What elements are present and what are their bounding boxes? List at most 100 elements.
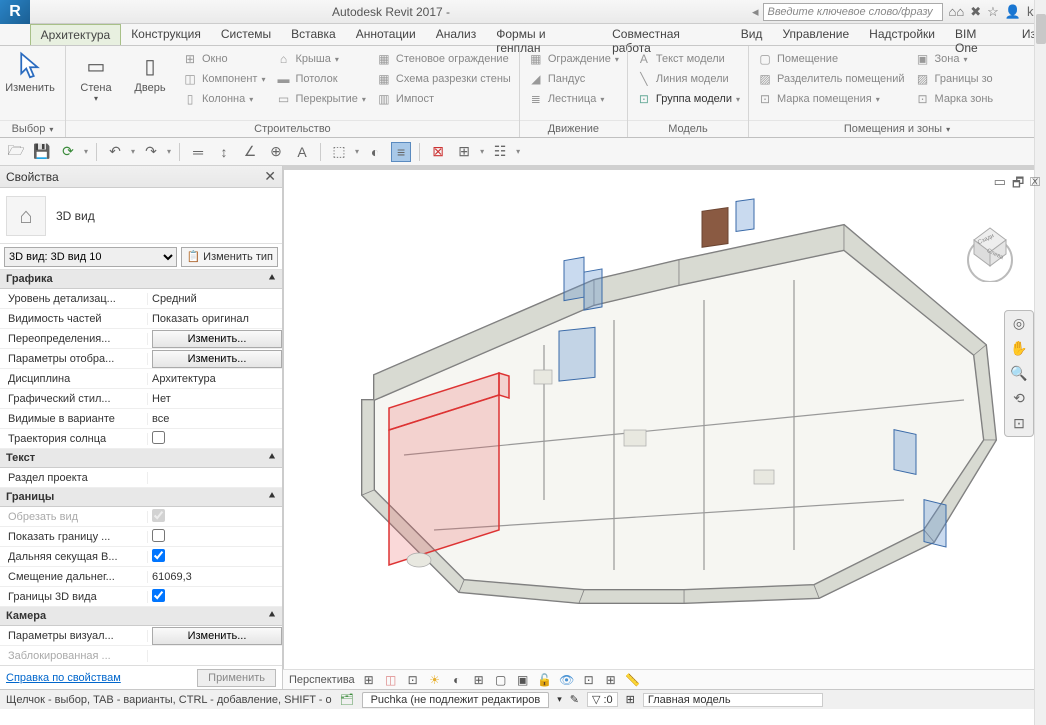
prop-value[interactable]: Средний: [148, 293, 282, 305]
prop-value[interactable]: Нет: [148, 393, 282, 405]
prop-value[interactable]: Изменить...: [148, 627, 282, 645]
visual-icon[interactable]: ⊡: [405, 672, 421, 688]
apply-button[interactable]: Применить: [197, 669, 276, 687]
app-icon[interactable]: R: [0, 0, 30, 24]
prop-checkbox[interactable]: [152, 529, 165, 542]
redo-icon[interactable]: ↷: [141, 142, 161, 162]
curtainwall-button[interactable]: ▦Стеновое ограждение: [374, 50, 513, 68]
curtaingrid-button[interactable]: ▦Схема разрезки стены: [374, 70, 513, 88]
wheel-icon[interactable]: ◎: [1013, 315, 1025, 332]
save-icon[interactable]: 💾: [32, 142, 52, 162]
doc-tab[interactable]: Puchka (не подлежит редактиров: [362, 692, 550, 708]
window-button[interactable]: ⊞Окно: [180, 50, 267, 68]
user-icon[interactable]: 👤: [1005, 4, 1021, 20]
prop-value[interactable]: все: [148, 413, 282, 425]
tab-massing[interactable]: Формы и генплан: [486, 24, 602, 45]
prop-value[interactable]: Показать оригинал: [148, 313, 282, 325]
vertical-scrollbar[interactable]: [1034, 0, 1046, 725]
3d-icon[interactable]: ⬚: [329, 142, 349, 162]
prop-checkbox[interactable]: [152, 431, 165, 444]
chevron-left-icon[interactable]: ◂: [752, 4, 759, 20]
column-button[interactable]: ▯Колонна▾: [180, 90, 267, 108]
workset-field[interactable]: Главная модель: [643, 693, 823, 707]
railing-button[interactable]: ▦Ограждение▾: [526, 50, 621, 68]
areatag-button[interactable]: ⊡Марка зонь: [913, 90, 996, 108]
viewcube[interactable]: Сзади Слева: [952, 206, 1028, 282]
modelgroup-button[interactable]: ⊡Группа модели▾: [634, 90, 742, 108]
workset-icon[interactable]: ⊞: [626, 693, 635, 706]
wall-button[interactable]: ▭ Стена▾: [70, 48, 122, 107]
prop-value[interactable]: 61069,3: [148, 571, 282, 583]
prop-value[interactable]: [148, 549, 282, 565]
component-button[interactable]: ◫Компонент▾: [180, 70, 267, 88]
room-button[interactable]: ▢Помещение: [755, 50, 907, 68]
modelline-button[interactable]: ╲Линия модели: [634, 70, 742, 88]
favorite-icon[interactable]: ☆: [987, 4, 999, 20]
mullion-button[interactable]: ▥Импост: [374, 90, 513, 108]
switch-window-icon[interactable]: ⊞: [454, 142, 474, 162]
shadow-icon[interactable]: ◐: [449, 672, 465, 688]
properties-help-link[interactable]: Справка по свойствам: [6, 672, 121, 684]
prop-group-header[interactable]: Границы⯅: [0, 488, 282, 507]
area-button[interactable]: ▣Зона▾: [913, 50, 996, 68]
prop-value[interactable]: [148, 509, 282, 525]
sun-icon[interactable]: ☀: [427, 672, 443, 688]
unlock-icon[interactable]: 🔓: [537, 672, 553, 688]
prop-group-header[interactable]: Графика⯅: [0, 270, 282, 289]
thinlines-icon[interactable]: ≡: [391, 142, 411, 162]
wtshare-icon[interactable]: ⊞: [603, 672, 619, 688]
hide-icon[interactable]: 👁: [559, 672, 575, 688]
view-select[interactable]: 3D вид: 3D вид 10: [4, 247, 177, 267]
crop-icon[interactable]: ▢: [493, 672, 509, 688]
prop-value[interactable]: Изменить...: [148, 330, 282, 348]
close-icon[interactable]: ✕: [264, 168, 276, 185]
pan-icon[interactable]: ✋: [1010, 340, 1027, 357]
prop-checkbox[interactable]: [152, 549, 165, 562]
customize-icon[interactable]: ☷: [490, 142, 510, 162]
prop-value[interactable]: [148, 589, 282, 605]
tab-structure[interactable]: Конструкция: [121, 24, 211, 45]
tab-annotate[interactable]: Аннотации: [346, 24, 426, 45]
text-icon[interactable]: A: [292, 142, 312, 162]
ceiling-button[interactable]: ▬Потолок: [273, 70, 367, 88]
measure-icon[interactable]: ═: [188, 142, 208, 162]
orbit-icon[interactable]: ⟲: [1013, 390, 1025, 407]
roomtag-button[interactable]: ⊡Марка помещения▾: [755, 90, 907, 108]
tab-systems[interactable]: Системы: [211, 24, 281, 45]
tab-insert[interactable]: Вставка: [281, 24, 346, 45]
reveal-icon[interactable]: ⊡: [581, 672, 597, 688]
roof-button[interactable]: ⌂Крыша▾: [273, 50, 367, 68]
tab-collaborate[interactable]: Совместная работа: [602, 24, 731, 45]
selection-filter[interactable]: ▽:0: [587, 692, 618, 707]
modify-button[interactable]: Изменить: [4, 48, 56, 98]
zoom-icon[interactable]: 🔍: [1010, 365, 1027, 382]
subscription-icon[interactable]: ⌂⌂: [949, 4, 965, 20]
tab-addins[interactable]: Надстройки: [859, 24, 945, 45]
ramp-button[interactable]: ◢Пандус: [526, 70, 621, 88]
angle-icon[interactable]: ∠: [240, 142, 260, 162]
navigation-bar[interactable]: ◎ ✋ 🔍 ⟲ ⊡: [1004, 310, 1034, 437]
tab-architecture[interactable]: Архитектура: [30, 24, 122, 45]
prop-value[interactable]: [148, 431, 282, 447]
exchange-icon[interactable]: ✖: [970, 4, 981, 20]
prop-edit-button[interactable]: Изменить...: [152, 350, 282, 368]
editable-icon[interactable]: ✎: [570, 693, 579, 706]
type-selector[interactable]: ⌂ 3D вид: [0, 188, 282, 244]
scale-icon[interactable]: ⊞: [361, 672, 377, 688]
close-hidden-icon[interactable]: ⊠: [428, 142, 448, 162]
prop-checkbox[interactable]: [152, 589, 165, 602]
align-icon[interactable]: ↕: [214, 142, 234, 162]
prop-value[interactable]: Архитектура: [148, 373, 282, 385]
stair-button[interactable]: ≣Лестница▾: [526, 90, 621, 108]
prop-group-header[interactable]: Текст⯅: [0, 449, 282, 468]
tab-analyze[interactable]: Анализ: [426, 24, 487, 45]
lookat-icon[interactable]: ⊡: [1013, 415, 1025, 432]
viewport[interactable]: ▭ 🗗 🗵 Сзади Слева ◎ ✋: [283, 166, 1046, 669]
close-view-icon[interactable]: 🗵: [1030, 174, 1040, 196]
restore-icon[interactable]: 🗗: [1012, 174, 1024, 196]
tab-manage[interactable]: Управление: [772, 24, 859, 45]
search-input[interactable]: Введите ключевое слово/фразу: [763, 3, 943, 21]
edit-type-button[interactable]: 📋Изменить тип: [181, 247, 278, 267]
undo-icon[interactable]: ↶: [105, 142, 125, 162]
minimize-icon[interactable]: ▭: [994, 174, 1006, 196]
